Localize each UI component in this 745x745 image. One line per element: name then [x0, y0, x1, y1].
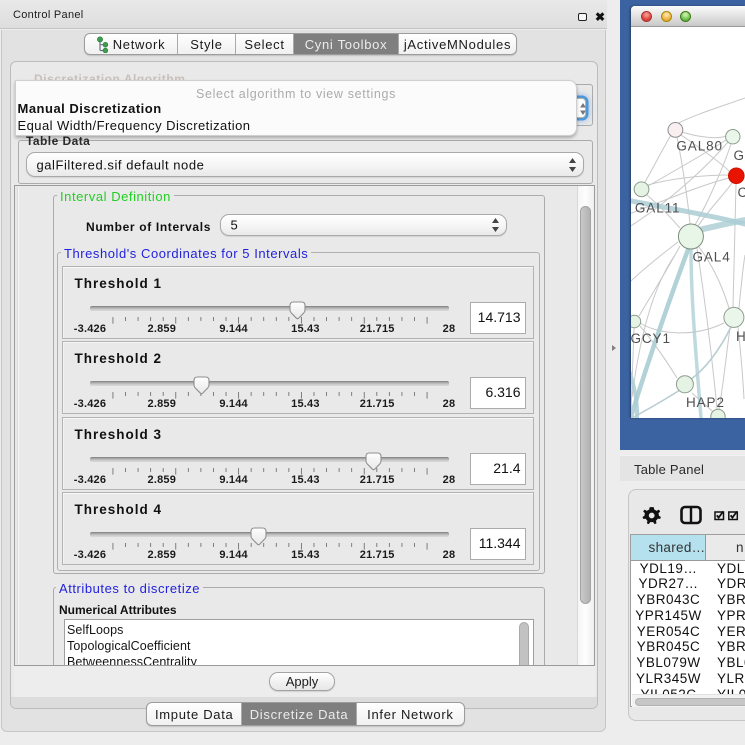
svg-text:GAL11: GAL11 — [635, 200, 681, 215]
svg-text:HAP2: HAP2 — [686, 395, 725, 410]
svg-text:GAL80: GAL80 — [676, 138, 723, 153]
svg-text:GCY1: GCY1 — [631, 331, 671, 346]
svg-text:H: H — [736, 329, 745, 344]
svg-text:C: C — [738, 185, 745, 200]
svg-text:G.: G. — [734, 148, 745, 163]
svg-text:GAL4: GAL4 — [693, 250, 731, 265]
